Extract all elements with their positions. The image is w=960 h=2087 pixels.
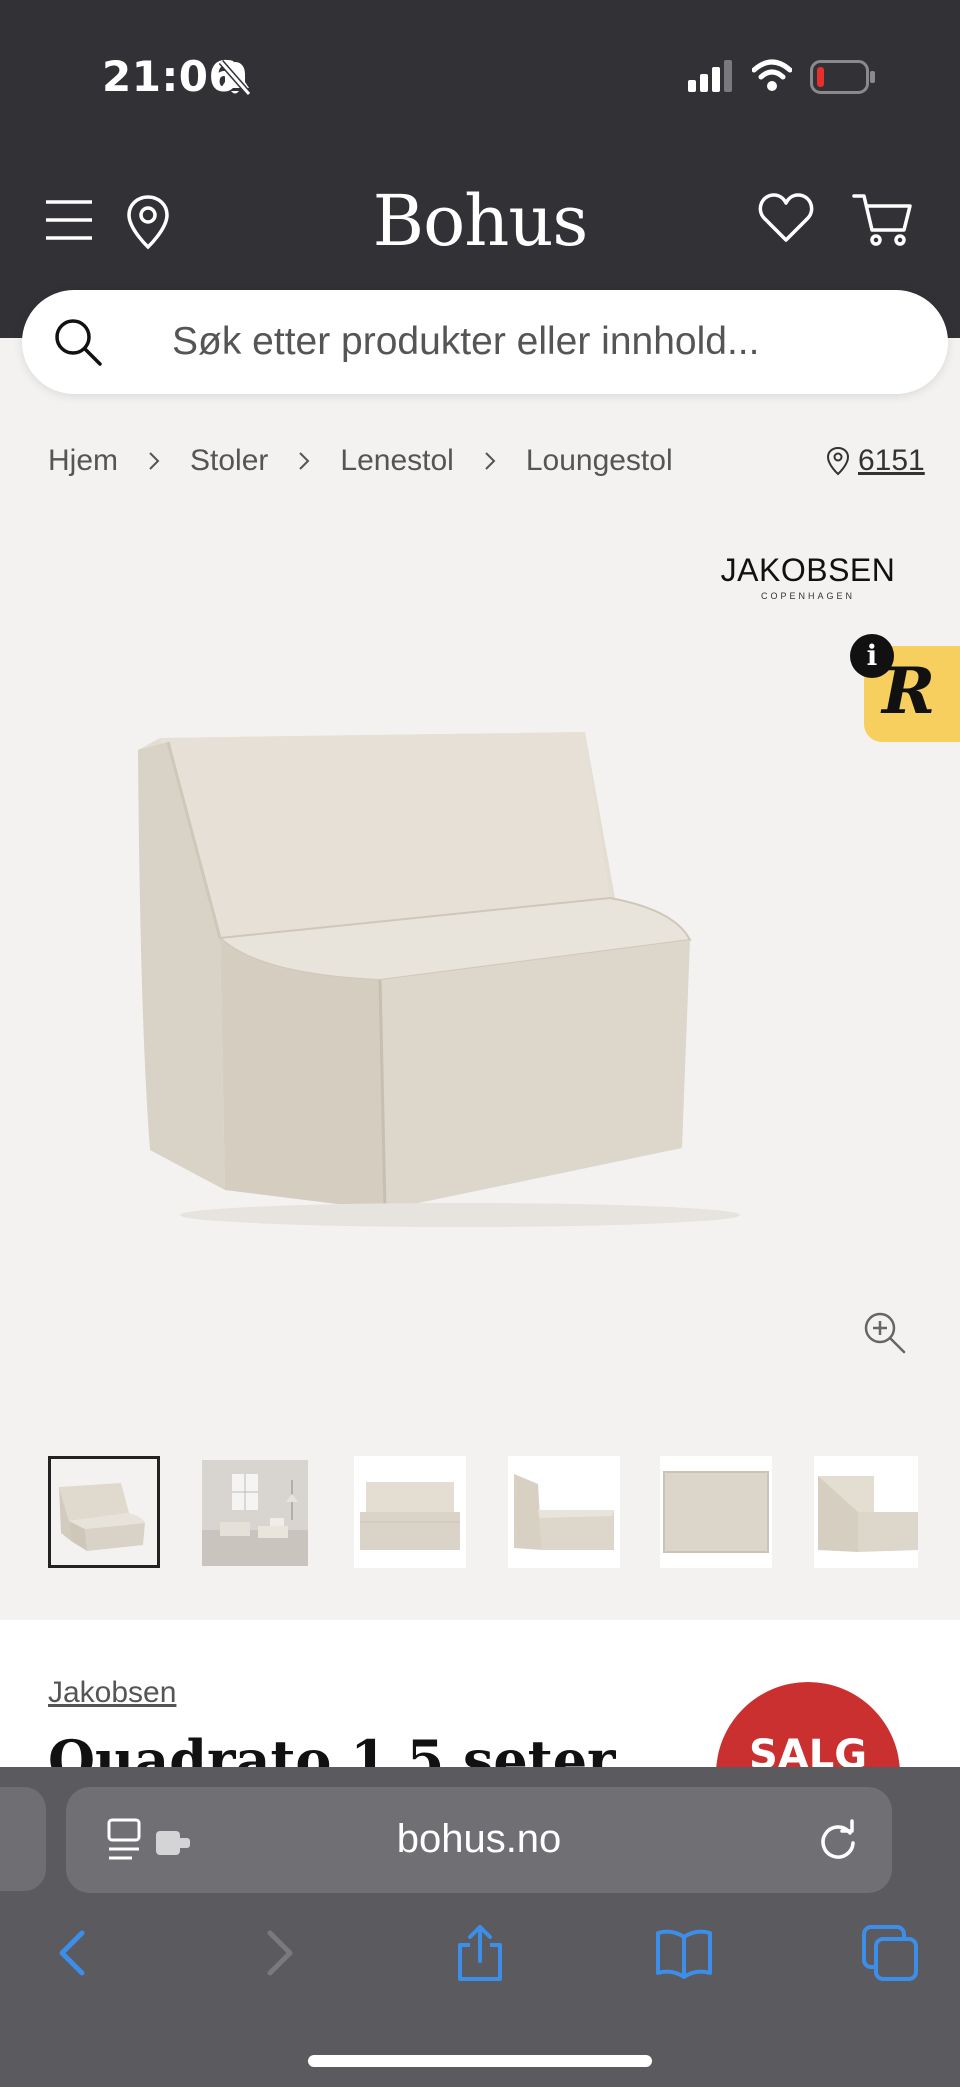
wifi-icon	[752, 59, 792, 91]
product-thumbnail-image	[814, 1456, 918, 1568]
tabs-icon	[862, 1925, 918, 1981]
cellular-signal-icon	[688, 60, 732, 92]
room-scene-thumbnail-image	[202, 1460, 308, 1566]
forward-button[interactable]	[248, 1923, 308, 1983]
product-image[interactable]	[130, 720, 830, 1240]
brand-logo: JAKOBSEN COPENHAGEN	[720, 552, 896, 601]
product-thumbnail-image	[508, 1456, 620, 1568]
product-thumbnail-image	[51, 1459, 157, 1565]
product-thumbnail-image	[660, 1456, 772, 1568]
store-locator-button[interactable]	[126, 194, 176, 250]
thumbnail-6[interactable]	[814, 1456, 918, 1568]
breadcrumb-home[interactable]: Hjem	[48, 444, 118, 478]
menu-button[interactable]	[44, 198, 94, 242]
selected-store-link[interactable]: 6151	[826, 444, 925, 478]
address-bar[interactable]: bohus.no	[66, 1787, 892, 1893]
chevron-right-icon	[149, 452, 160, 470]
chevron-right-icon	[267, 1930, 293, 1976]
wishlist-button[interactable]	[758, 192, 816, 246]
menu-icon	[46, 200, 92, 240]
thumbnail-3[interactable]	[354, 1456, 466, 1568]
thumbnail-strip	[48, 1456, 960, 1572]
site-logo[interactable]: Bohus	[300, 180, 660, 262]
chevron-left-icon	[59, 1930, 85, 1976]
location-pin-icon	[127, 195, 169, 250]
app-header: 21:06 Bohus	[0, 0, 960, 338]
breadcrumb: Hjem Stoler Lenestol Loungestol	[48, 444, 673, 478]
search-input[interactable]	[172, 312, 912, 372]
chevron-right-icon	[485, 452, 496, 470]
breadcrumb-loungestol[interactable]: Loungestol	[526, 444, 673, 478]
product-brand-link[interactable]: Jakobsen	[48, 1676, 176, 1710]
zoom-button[interactable]	[860, 1308, 908, 1356]
product-thumbnail-image	[354, 1456, 466, 1568]
thumbnail-1[interactable]	[48, 1456, 160, 1568]
store-number: 6151	[858, 444, 925, 477]
share-button[interactable]	[450, 1923, 510, 1983]
tabs-button[interactable]	[860, 1923, 920, 1983]
zoom-in-icon	[864, 1312, 906, 1354]
breadcrumb-lenestol[interactable]: Lenestol	[340, 444, 453, 478]
url-text: bohus.no	[396, 1817, 562, 1861]
cart-icon	[852, 194, 912, 246]
home-indicator[interactable]	[308, 2055, 652, 2067]
previous-tab-preview[interactable]	[0, 1787, 46, 1891]
book-icon	[656, 1929, 712, 1979]
brand-logo-name: JAKOBSEN	[720, 552, 896, 588]
brand-logo-sub: COPENHAGEN	[760, 591, 855, 601]
breadcrumb-stoler[interactable]: Stoler	[190, 444, 268, 478]
chevron-right-icon	[299, 452, 310, 470]
search-bar[interactable]	[22, 290, 948, 394]
location-pin-icon	[826, 446, 850, 476]
battery-low-icon	[810, 60, 875, 94]
browser-toolbar: bohus.no	[0, 1767, 960, 2087]
thumbnail-5[interactable]	[660, 1456, 772, 1568]
cart-button[interactable]	[852, 192, 914, 248]
reload-icon[interactable]	[818, 1819, 858, 1861]
heart-icon	[758, 193, 814, 242]
search-icon[interactable]	[52, 316, 104, 368]
bookmarks-button[interactable]	[654, 1923, 714, 1983]
back-button[interactable]	[44, 1923, 104, 1983]
info-icon[interactable]: i	[850, 634, 894, 678]
thumbnail-4[interactable]	[508, 1456, 620, 1568]
share-icon	[458, 1925, 502, 1981]
thumbnail-2[interactable]	[202, 1460, 308, 1566]
silent-bell-icon	[218, 60, 252, 96]
